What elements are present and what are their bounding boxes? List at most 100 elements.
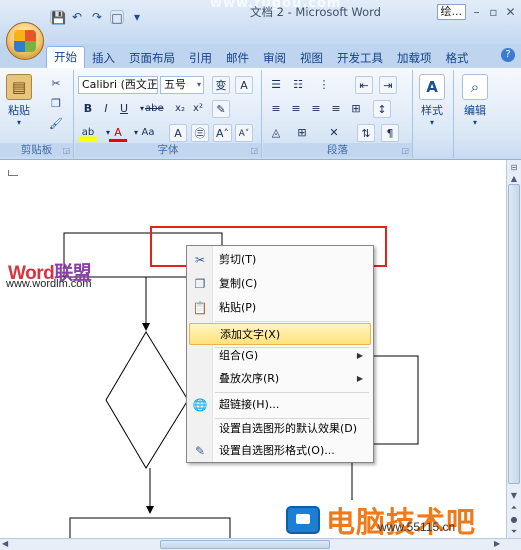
tab-page-layout[interactable]: 页面布局 — [122, 48, 182, 68]
grow-font-icon[interactable]: A˄ — [213, 124, 233, 142]
tab-home[interactable]: 开始 — [46, 46, 85, 68]
shrink-font-icon[interactable]: A˅ — [235, 124, 253, 142]
chinese-layout-icon[interactable]: ✕ — [325, 124, 343, 142]
distribute-icon[interactable]: ⊞ — [347, 100, 365, 118]
font-color-icon[interactable]: A — [109, 124, 127, 142]
help-icon[interactable]: ? — [501, 48, 515, 62]
paragraph-launcher-icon[interactable]: ◲ — [401, 146, 409, 155]
align-right-icon[interactable]: ≡ — [307, 100, 325, 118]
clipboard-launcher-icon[interactable]: ◲ — [62, 146, 70, 155]
styles-button[interactable]: A 样式 ▾ — [419, 74, 445, 127]
ribbon: ▤ 粘贴 ▾ ✂ ❐ 🖌 剪贴板 ◲ Calibri (西文正 ▾ 五号 ▾ 变 A… — [0, 68, 521, 160]
vertical-scrollbar[interactable]: ⊟ ▲ ▼ ⏶ ● ⏷ — [506, 160, 521, 538]
scroll-right-icon[interactable]: ▶ — [494, 539, 504, 549]
customize-qat-icon[interactable]: ▾ — [130, 10, 144, 24]
menu-item-copy[interactable]: ❐ 复制(C) — [189, 273, 371, 295]
multilevel-list-icon[interactable]: ⋮ — [315, 76, 333, 94]
hyperlink-icon: 🌐 — [192, 398, 208, 412]
font-name-combo[interactable]: Calibri (西文正 ▾ — [78, 76, 158, 94]
bold-icon[interactable]: B — [79, 100, 97, 118]
subscript-icon[interactable]: x₂ — [171, 100, 189, 118]
font-size-combo[interactable]: 五号 ▾ — [160, 76, 204, 94]
scroll-left-icon[interactable]: ◀ — [2, 539, 12, 549]
next-page-icon[interactable]: ⏷ — [508, 526, 520, 538]
redo-icon[interactable]: ↷ — [90, 10, 104, 24]
arrowhead-icon — [142, 323, 150, 331]
menu-item-order[interactable]: 叠放次序(R) ▶ — [189, 368, 371, 390]
prev-page-icon[interactable]: ⏶ — [508, 502, 520, 514]
paste-dropdown-icon[interactable]: ▾ — [17, 118, 21, 127]
increase-indent-icon[interactable]: ⇥ — [379, 76, 397, 94]
editing-button[interactable]: ⌕ 编辑 ▾ — [462, 74, 488, 127]
menu-item-add-text[interactable]: 添加文字(X) — [189, 323, 371, 345]
decrease-indent-icon[interactable]: ⇤ — [355, 76, 373, 94]
contextual-tab-label[interactable]: 绘... — [436, 4, 466, 20]
phonetic-guide-icon[interactable]: 变 — [212, 76, 230, 94]
tab-addins[interactable]: 加载项 — [390, 48, 439, 68]
numbering-icon[interactable]: ☷ — [289, 76, 307, 94]
editing-group: ⌕ 编辑 ▾ — [455, 70, 499, 158]
save-icon[interactable]: 💾 — [50, 10, 66, 25]
show-marks-icon[interactable]: ¶ — [381, 124, 399, 142]
new-doc-icon[interactable]: □ — [110, 10, 124, 25]
bullets-icon[interactable]: ☰ — [267, 76, 285, 94]
office-button[interactable] — [6, 22, 44, 60]
menu-item-format-shape[interactable]: ✎ 设置自选图形格式(O)... — [189, 440, 371, 462]
quick-access-toolbar: 💾 ↶ ↷ □ ▾ — [50, 8, 144, 26]
undo-icon[interactable]: ↶ — [70, 10, 84, 24]
char-border-icon[interactable]: A — [235, 76, 253, 94]
italic-icon[interactable]: I — [97, 100, 115, 118]
superscript-icon[interactable]: x² — [189, 100, 207, 118]
char-shading-icon[interactable]: A — [169, 124, 187, 142]
minimize-icon[interactable]: – — [470, 5, 483, 19]
vertical-scroll-thumb[interactable] — [508, 184, 520, 484]
menu-item-default-effect[interactable]: 设置自选图形的默认效果(D) — [189, 418, 371, 440]
shading-icon[interactable]: ◬ — [267, 124, 285, 142]
underline-icon[interactable]: U — [115, 100, 133, 118]
paste-button[interactable]: ▤ 粘贴 ▾ — [6, 74, 32, 127]
menu-item-label: 添加文字(X) — [220, 328, 281, 341]
flowchart-decision-shape[interactable] — [105, 331, 189, 469]
tab-references[interactable]: 引用 — [182, 48, 219, 68]
horizontal-scroll-thumb[interactable] — [160, 540, 330, 549]
strikethrough-icon[interactable]: abe — [143, 100, 166, 118]
close-icon[interactable]: ✕ — [504, 5, 517, 19]
font-launcher-icon[interactable]: ◲ — [250, 146, 258, 155]
flowchart-process-shape[interactable] — [69, 517, 231, 538]
format-painter-icon[interactable]: 🖌 — [48, 116, 64, 132]
browse-object-icon[interactable]: ● — [508, 514, 520, 526]
align-center-icon[interactable]: ≡ — [287, 100, 305, 118]
menu-item-cut[interactable]: ✂ 剪切(T) — [189, 249, 371, 271]
chevron-down-icon: ▾ — [150, 80, 155, 89]
change-case-icon[interactable]: Aa — [139, 124, 157, 142]
borders-icon[interactable]: ⊞ — [293, 124, 311, 142]
loop-connector[interactable] — [372, 355, 419, 445]
scroll-down-icon[interactable]: ▼ — [508, 490, 520, 502]
bottom-watermark-url: www.55115.cn — [378, 520, 456, 534]
chevron-down-icon: ▾ — [196, 80, 201, 89]
font-name-value: Calibri (西文正 — [82, 78, 158, 91]
maximize-icon[interactable]: ▫ — [487, 5, 500, 19]
horizontal-scrollbar[interactable]: ◀ ▶ — [0, 538, 521, 550]
highlight-icon[interactable]: ab — [79, 124, 97, 142]
align-left-icon[interactable]: ≡ — [267, 100, 285, 118]
justify-icon[interactable]: ≡ — [327, 100, 345, 118]
tab-view[interactable]: 视图 — [293, 48, 330, 68]
menu-item-paste[interactable]: 📋 粘贴(P) — [189, 297, 371, 319]
clear-format-icon[interactable]: ✎ — [212, 100, 230, 118]
cut-icon[interactable]: ✂ — [48, 76, 64, 92]
styles-dropdown-icon[interactable]: ▾ — [430, 118, 434, 127]
tab-mailings[interactable]: 邮件 — [219, 48, 256, 68]
sort-icon[interactable]: ⇅ — [357, 124, 375, 142]
copy-icon[interactable]: ❐ — [48, 96, 64, 112]
tab-review[interactable]: 审阅 — [256, 48, 293, 68]
tab-format[interactable]: 格式 — [439, 48, 476, 68]
line-spacing-icon[interactable]: ↕ — [373, 100, 391, 118]
tab-insert[interactable]: 插入 — [85, 48, 122, 68]
tab-developer[interactable]: 开发工具 — [330, 48, 390, 68]
menu-item-hyperlink[interactable]: 🌐 超链接(H)... — [189, 394, 371, 416]
menu-item-group[interactable]: 组合(G) ▶ — [189, 345, 371, 367]
enclose-char-icon[interactable]: ㊂ — [191, 124, 209, 142]
editing-dropdown-icon[interactable]: ▾ — [473, 118, 477, 127]
ribbon-tabs: 开始 插入 页面布局 引用 邮件 审阅 视图 开发工具 加载项 格式 — [46, 46, 476, 68]
